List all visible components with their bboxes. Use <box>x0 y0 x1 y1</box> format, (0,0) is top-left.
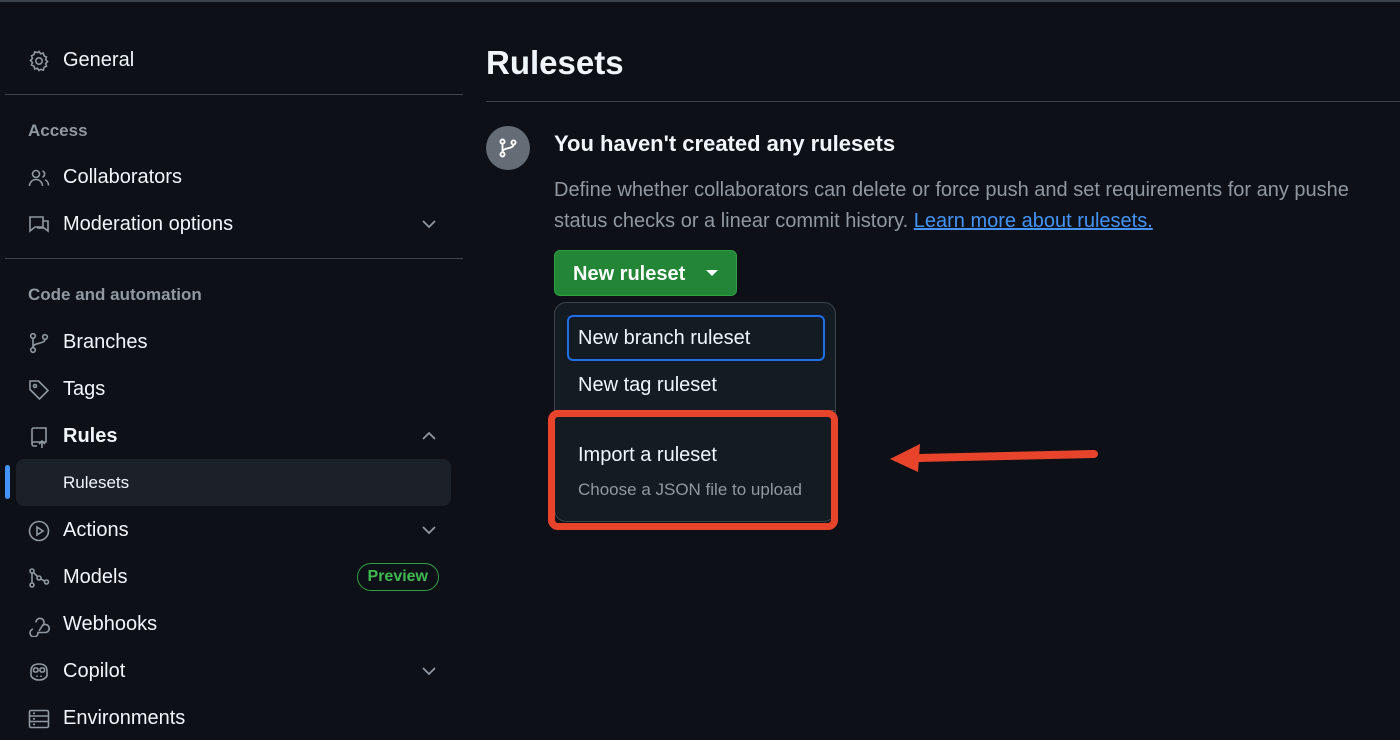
people-icon <box>27 166 51 190</box>
active-indicator <box>5 465 10 499</box>
sidebar-item-collaborators[interactable]: Collaborators <box>16 155 451 199</box>
menu-item-label: Import a ruleset <box>578 444 717 466</box>
git-branch-icon <box>486 126 530 170</box>
preview-badge: Preview <box>356 563 439 591</box>
menu-item-label: New tag ruleset <box>578 374 717 396</box>
sidebar-item-label: Moderation options <box>63 212 234 235</box>
main-content: Rulesets You haven't created any ruleset… <box>486 0 1400 728</box>
sidebar-item-label: Models <box>63 565 128 588</box>
chevron-down-icon[interactable] <box>419 520 439 540</box>
empty-state-description: Define whether collaborators can delete … <box>554 175 1400 237</box>
chevron-up-icon[interactable] <box>419 426 439 446</box>
play-icon <box>27 519 51 543</box>
report-icon <box>27 213 51 237</box>
chevron-down-icon[interactable] <box>419 661 439 681</box>
page-title: Rulesets <box>486 44 624 81</box>
menu-item-label: New branch ruleset <box>578 327 751 349</box>
sidebar-item-copilot[interactable]: Copilot <box>16 649 451 693</box>
new-ruleset-menu: New branch ruleset New tag ruleset Impor… <box>554 302 836 522</box>
sidebar-item-general[interactable]: General <box>16 38 451 82</box>
settings-sidebar: General Access Collaborators Moderation … <box>0 0 470 729</box>
webhook-icon <box>27 613 51 637</box>
menu-item-description: Choose a JSON file to upload <box>578 480 802 499</box>
divider <box>486 101 1400 102</box>
divider <box>5 258 463 259</box>
gear-icon <box>27 49 51 73</box>
sidebar-item-label: Branches <box>63 330 148 353</box>
copilot-icon <box>27 660 51 684</box>
annotation-arrow-icon <box>890 444 1098 472</box>
sidebar-item-label: Copilot <box>63 659 126 682</box>
sidebar-item-rulesets[interactable]: Rulesets <box>16 459 451 506</box>
sidebar-item-label: Rulesets <box>63 473 130 492</box>
git-branch-icon <box>27 331 51 355</box>
new-ruleset-button[interactable]: New ruleset <box>554 250 737 296</box>
empty-state-title: You haven't created any rulesets <box>554 131 896 156</box>
sidebar-item-tags[interactable]: Tags <box>16 367 451 411</box>
description-line-1: Define whether collaborators can delete … <box>554 179 1349 201</box>
models-icon <box>27 566 51 590</box>
repo-push-icon <box>27 425 51 449</box>
sidebar-item-label: Rules <box>63 424 118 447</box>
sidebar-item-label: Webhooks <box>63 612 158 635</box>
learn-more-link[interactable]: Learn more about rulesets. <box>914 210 1153 232</box>
description-line-2: status checks or a linear commit history… <box>554 210 914 232</box>
sidebar-item-webhooks[interactable]: Webhooks <box>16 602 451 646</box>
tag-icon <box>27 378 51 402</box>
sidebar-item-label: Environments <box>63 706 186 729</box>
sidebar-item-label: Collaborators <box>63 165 182 188</box>
sidebar-item-models[interactable]: Models Preview <box>16 555 451 599</box>
menu-divider <box>555 410 835 411</box>
new-ruleset-label: New ruleset <box>573 263 686 285</box>
caret-down-icon <box>706 270 718 276</box>
menu-item-new-tag-ruleset[interactable]: New tag ruleset <box>567 362 825 408</box>
server-icon <box>27 707 51 731</box>
sidebar-item-branches[interactable]: Branches <box>16 320 451 364</box>
chevron-down-icon[interactable] <box>419 214 439 234</box>
sidebar-item-environments[interactable]: Environments <box>16 696 451 740</box>
menu-item-new-branch-ruleset[interactable]: New branch ruleset <box>567 315 825 361</box>
sidebar-item-label: Tags <box>63 377 106 400</box>
divider <box>5 94 463 95</box>
menu-item-import-ruleset[interactable]: Import a ruleset Choose a JSON file to u… <box>567 423 825 513</box>
sidebar-item-moderation[interactable]: Moderation options <box>16 202 451 246</box>
sidebar-item-actions[interactable]: Actions <box>16 508 451 552</box>
sidebar-item-label: Actions <box>63 518 129 541</box>
sidebar-item-label: General <box>63 48 135 71</box>
section-header-code-automation: Code and automation <box>28 285 202 304</box>
sidebar-item-rules[interactable]: Rules <box>16 414 451 458</box>
section-header-access: Access <box>28 121 88 140</box>
